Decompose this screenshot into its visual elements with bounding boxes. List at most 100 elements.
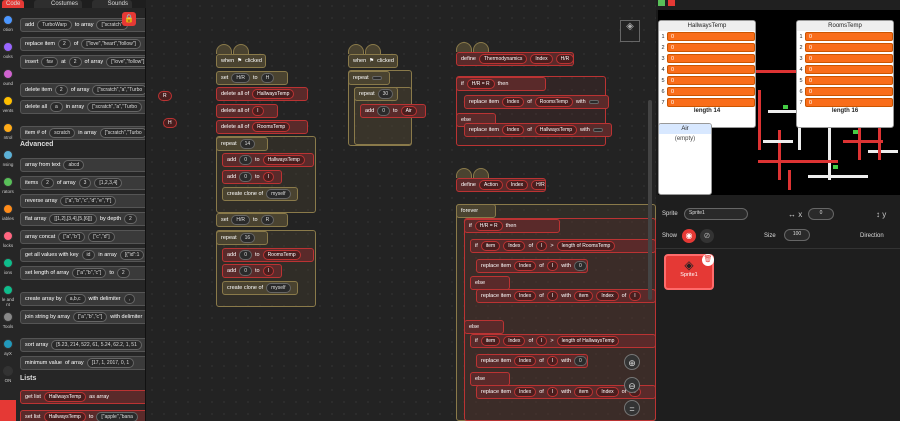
block-arg[interactable]: 2 [116, 268, 130, 278]
block-arg[interactable]: I [546, 291, 559, 301]
block-arg[interactable]: ["scratch","a","Turbo [87, 102, 142, 112]
code-block[interactable]: if H/R = Rthen [456, 77, 546, 91]
code-block[interactable]: if item Index of I > length of HallwaysTemp [470, 334, 656, 348]
floating-reporter[interactable]: R [158, 91, 172, 101]
code-block[interactable]: repeat 30 [354, 87, 398, 101]
block-arg[interactable]: 16 [239, 233, 256, 243]
code-block[interactable]: else [470, 276, 510, 290]
list-value[interactable]: 0 [667, 54, 755, 63]
block-arg[interactable]: a,b,c [64, 294, 86, 304]
block-arg[interactable]: 2 [41, 178, 54, 188]
block-arg[interactable] [588, 100, 599, 104]
block-arg[interactable]: 30 [377, 89, 394, 99]
code-block[interactable]: replace item Index of Iwith 0 [476, 259, 588, 273]
list-value[interactable]: 0 [805, 32, 893, 41]
block-arg[interactable]: HallwaysTemp [43, 392, 87, 402]
block-arg[interactable]: 2 [57, 39, 71, 49]
code-block[interactable]: create clone of myself [222, 281, 298, 295]
block-arg[interactable]: I [546, 387, 559, 397]
block-arg[interactable]: I [536, 241, 548, 251]
code-block[interactable]: add 0 to Air [360, 104, 426, 118]
tab-sounds[interactable]: Sounds [92, 0, 132, 8]
block-arg[interactable]: Air [400, 106, 417, 116]
palette-block[interactable]: minimum value of array [17, 1, 2017, 0, 1 [20, 356, 145, 370]
palette-block[interactable]: create array by a,b,c with delimiter, [20, 292, 145, 306]
block-arg[interactable]: RoomsTemp [262, 250, 301, 260]
list-value[interactable]: 0 [805, 76, 893, 85]
block-arg[interactable] [592, 128, 603, 132]
block-arg[interactable]: item [573, 291, 594, 301]
block-arg[interactable]: 0 [239, 250, 252, 260]
code-block[interactable]: if H/R = Rthen [464, 219, 560, 233]
block-arg[interactable]: [1,2,3,4] [94, 178, 123, 188]
block-arg[interactable]: 0 [239, 266, 252, 276]
block-arg[interactable]: Thermodynamics [479, 54, 528, 64]
palette-block[interactable]: array concat ["a","b"] ["c","d"] [20, 230, 145, 244]
code-block[interactable]: if item Index of I > length of RoomsTemp [470, 239, 656, 253]
code-block[interactable]: add 0 to HallwaysTemp [222, 153, 314, 167]
list-value[interactable]: 0 [667, 32, 755, 41]
zoom-in-icon[interactable]: ⊕ [624, 354, 640, 370]
sprite-name-input[interactable]: Sprite1 [684, 208, 748, 220]
workspace-scrollbar[interactable] [648, 100, 652, 300]
block-arg[interactable]: RoomsTemp [534, 97, 573, 107]
green-flag-icon[interactable] [658, 0, 665, 6]
block-arg[interactable]: item [573, 387, 594, 397]
list-value[interactable]: 0 [805, 54, 893, 63]
block-arg[interactable]: 14 [239, 139, 256, 149]
code-block[interactable]: set H/R to H [216, 71, 288, 85]
block-arg[interactable]: 0 [573, 261, 587, 271]
block-arg[interactable]: fav [41, 57, 59, 67]
block-arg[interactable]: I [262, 172, 274, 182]
block-arg[interactable]: HallwaysTemp [534, 125, 578, 135]
floating-reporter[interactable]: H [163, 118, 177, 128]
code-block[interactable]: else [464, 320, 504, 334]
x-input[interactable]: 0 [808, 208, 834, 220]
block-arg[interactable]: abcd [63, 160, 85, 170]
block-arg[interactable]: a [50, 102, 63, 112]
palette-block[interactable]: join string by array ["a","b","c"] with de… [20, 310, 145, 324]
palette-block[interactable]: replace item 2 of ["love","heart","follow"] [20, 37, 145, 51]
list-value[interactable]: 0 [667, 65, 755, 74]
block-arg[interactable]: 2 [54, 85, 68, 95]
block-arg[interactable]: H/R = R [466, 79, 495, 89]
block-arg[interactable]: H/R [555, 54, 573, 64]
block-arg[interactable]: item [480, 241, 501, 251]
define-block[interactable]: define Action Index H/R [456, 178, 546, 192]
block-arg[interactable]: [{"id":1 [119, 250, 145, 260]
block-arg[interactable]: I [536, 336, 548, 346]
block-arg[interactable]: Index [505, 180, 529, 190]
code-block[interactable]: replace item Index of Iwith 0 [476, 354, 588, 368]
code-block[interactable]: repeat 14 [216, 137, 268, 151]
palette-block[interactable]: delete all a in array ["scratch","a","Turbo [20, 100, 145, 114]
block-arg[interactable]: [[1,2],[3,4],[5,[6]]] [49, 214, 97, 224]
block-arg[interactable]: ["a","b","c","d","e","f"] [60, 196, 117, 206]
block-arg[interactable]: R [260, 215, 275, 225]
block-arg[interactable] [371, 76, 382, 80]
palette-block[interactable]: set length of array ["a","b","c"] to 2 [20, 266, 145, 280]
block-arg[interactable]: item [480, 336, 501, 346]
reset-zoom-icon[interactable]: = [624, 400, 640, 416]
code-block[interactable]: repeat 16 [216, 231, 268, 245]
block-arg[interactable]: H [260, 73, 275, 83]
block-arg[interactable]: TurboWarp [37, 20, 72, 30]
block-arg[interactable]: ["a","b","c"] [72, 268, 107, 278]
tab-code[interactable]: Code [2, 0, 25, 8]
code-block[interactable]: set H/R to R [216, 213, 288, 227]
palette-block[interactable]: insert fav at 2 of array ["love","follow"] [20, 55, 145, 69]
code-block[interactable]: delete all of I [216, 104, 278, 118]
block-arg[interactable]: Index [596, 291, 619, 301]
block-arg[interactable]: HallwaysTemp [252, 89, 295, 99]
block-arg[interactable]: 2 [124, 214, 137, 224]
block-arg[interactable]: scratch [49, 128, 76, 138]
block-arg[interactable]: Index [513, 387, 537, 397]
category-item[interactable]: ON [0, 363, 16, 395]
code-block[interactable]: repeat [348, 71, 390, 85]
palette-block[interactable]: delete item 2 of array ["scratch","a","Turb… [20, 83, 145, 97]
code-block[interactable]: delete all of RoomsTemp [216, 120, 308, 134]
code-block[interactable]: add 0 to RoomsTemp [222, 248, 314, 262]
block-arg[interactable]: HallwaysTemp [262, 155, 305, 165]
block-arg[interactable]: I [546, 356, 559, 366]
block-arg[interactable]: 3 [78, 178, 92, 188]
block-arg[interactable]: Index [530, 54, 553, 64]
